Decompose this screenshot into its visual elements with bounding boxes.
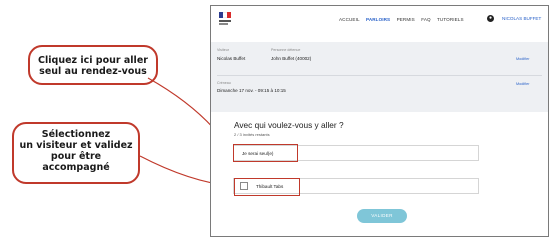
visitor-value: Nicolas Buffet xyxy=(217,56,246,61)
visitor-label: Visiteur xyxy=(217,48,229,52)
summary-divider xyxy=(217,75,542,76)
nav-parloirs[interactable]: PARLOIRS xyxy=(366,17,390,22)
user-icon: ● xyxy=(487,15,494,22)
detainee-label: Personne détenue xyxy=(271,48,301,52)
user-name[interactable]: NICOLAS BUFFET xyxy=(502,16,541,21)
user-menu[interactable]: ● NICOLAS BUFFET xyxy=(487,15,541,22)
nav-tutoriels[interactable]: TUTORIELS xyxy=(437,17,464,22)
slot-value: Dimanche 17 nov. - 09:15 à 10:15 xyxy=(217,88,286,93)
marianne-logo-icon xyxy=(219,12,233,28)
remaining-guests: 2 / 3 invités restants xyxy=(234,132,270,137)
detainee-value: John Buffet (40002) xyxy=(271,56,312,61)
validate-button[interactable]: VALIDER xyxy=(357,209,407,223)
main-nav: ACCUEIL PARLOIRS PERMIS FAQ TUTORIELS xyxy=(339,17,469,22)
modify-slot-link[interactable]: Modifier xyxy=(516,82,530,86)
top-navigation: ACCUEIL PARLOIRS PERMIS FAQ TUTORIELS ● … xyxy=(211,6,548,40)
visit-summary: Visiteur Nicolas Buffet Personne détenue… xyxy=(211,42,548,112)
modify-visitor-link[interactable]: Modifier xyxy=(516,57,530,61)
nav-faq[interactable]: FAQ xyxy=(421,17,431,22)
form-question: Avec qui voulez-vous y aller ? xyxy=(234,120,344,130)
highlight-go-alone xyxy=(233,144,298,162)
nav-accueil[interactable]: ACCUEIL xyxy=(339,17,360,22)
slot-label: Créneau xyxy=(217,81,231,85)
highlight-visitor xyxy=(234,178,300,196)
app-screenshot: ACCUEIL PARLOIRS PERMIS FAQ TUTORIELS ● … xyxy=(210,5,549,237)
nav-permis[interactable]: PERMIS xyxy=(397,17,415,22)
